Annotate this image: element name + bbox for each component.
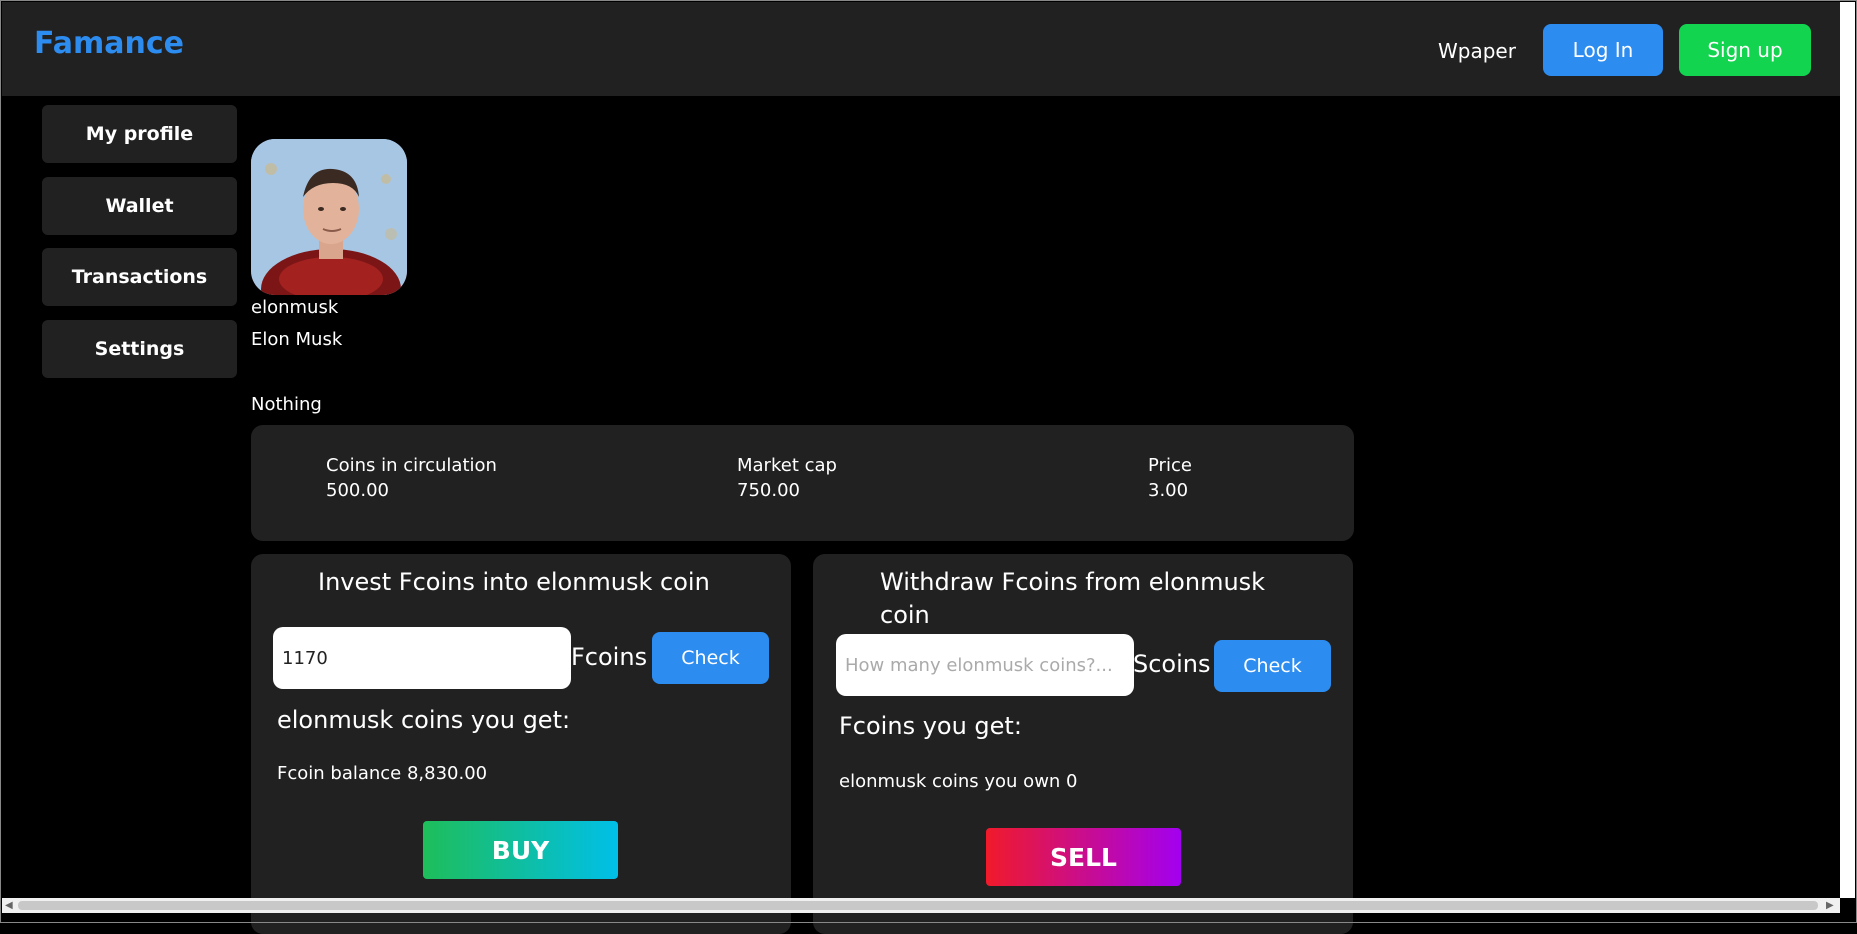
withdraw-result-label: Fcoins you get:: [839, 712, 1022, 740]
sell-button[interactable]: SELL: [986, 828, 1181, 886]
scroll-right-arrow-icon[interactable]: ▶: [1826, 900, 1834, 911]
invest-title: Invest Fcoins into elonmusk coin: [318, 568, 710, 596]
withdraw-unit-label: Scoins: [1133, 650, 1211, 678]
horizontal-scroll-thumb[interactable]: [18, 901, 1818, 910]
market-cap-label: Market cap: [737, 455, 837, 476]
sidebar-item-my-profile[interactable]: My profile: [42, 105, 237, 163]
withdraw-panel: Withdraw Fcoins from elonmusk coin Scoin…: [813, 554, 1353, 934]
avatar-portrait-image: [251, 139, 407, 295]
profile-bio: Nothing: [251, 394, 322, 415]
profile-username: elonmusk: [251, 297, 339, 318]
brand-logo[interactable]: Famance: [34, 26, 184, 61]
vertical-scrollbar[interactable]: [1840, 2, 1855, 898]
invest-unit-label: Fcoins: [571, 643, 648, 671]
profile-avatar: [251, 139, 407, 295]
sidebar-item-transactions[interactable]: Transactions: [42, 248, 237, 306]
sidebar-item-wallet[interactable]: Wallet: [42, 177, 237, 235]
invest-check-button[interactable]: Check: [652, 632, 769, 684]
signup-button[interactable]: Sign up: [1679, 24, 1811, 76]
withdraw-title-line2: coin: [880, 601, 930, 629]
wpaper-link[interactable]: Wpaper: [1438, 39, 1516, 63]
invest-panel: Invest Fcoins into elonmusk coin Fcoins …: [251, 554, 791, 934]
scroll-left-arrow-icon[interactable]: ◀: [5, 900, 13, 911]
price-label: Price: [1148, 455, 1192, 476]
withdraw-title-line1: Withdraw Fcoins from elonmusk: [880, 568, 1266, 596]
withdraw-amount-input[interactable]: [836, 634, 1134, 696]
invest-amount-input[interactable]: [273, 627, 571, 689]
top-navbar: Famance Wpaper Log In Sign up: [2, 2, 1840, 96]
coins-owned: elonmusk coins you own 0: [839, 771, 1078, 792]
circulation-label: Coins in circulation: [326, 455, 497, 476]
login-button[interactable]: Log In: [1543, 24, 1663, 76]
withdraw-check-button[interactable]: Check: [1214, 640, 1331, 692]
fcoin-balance: Fcoin balance 8,830.00: [277, 763, 488, 784]
circulation-value: 500.00: [326, 480, 389, 501]
coin-stats-card: Coins in circulation 500.00 Market cap 7…: [251, 425, 1354, 541]
buy-button[interactable]: BUY: [423, 821, 618, 879]
profile-full-name: Elon Musk: [251, 329, 343, 350]
market-cap-value: 750.00: [737, 480, 800, 501]
sidebar-item-settings[interactable]: Settings: [42, 320, 237, 378]
price-value: 3.00: [1148, 480, 1189, 501]
invest-result-label: elonmusk coins you get:: [277, 706, 571, 734]
